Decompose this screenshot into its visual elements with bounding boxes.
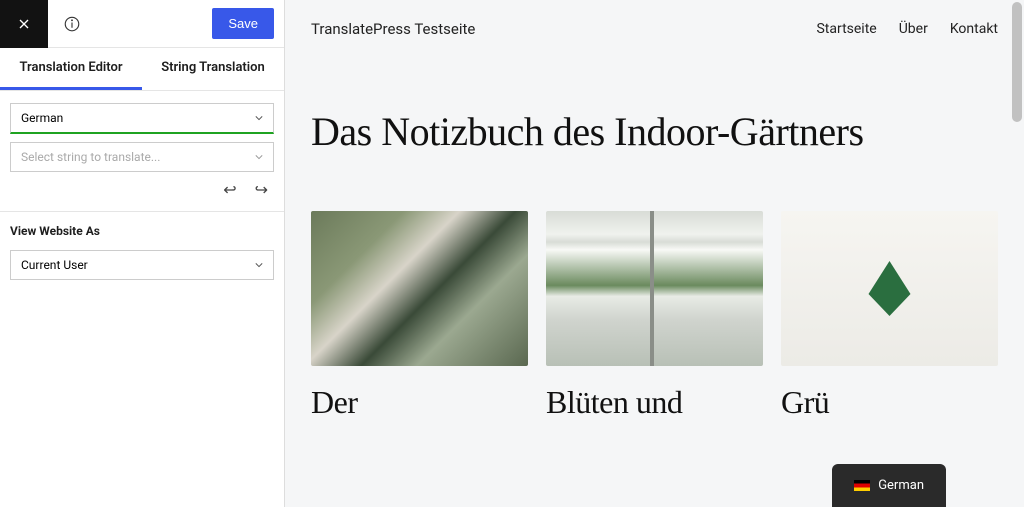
previous-string-button[interactable]: ↩ bbox=[223, 180, 236, 199]
language-select-value: German bbox=[21, 111, 63, 125]
sidebar-topbar: Save bbox=[0, 0, 284, 48]
info-button[interactable] bbox=[48, 0, 96, 48]
card-title[interactable]: Der bbox=[311, 384, 528, 421]
site-content: Das Notizbuch des Indoor-Gärtners Der Bl… bbox=[285, 58, 1024, 441]
translation-sidebar: Save Translation Editor String Translati… bbox=[0, 0, 285, 507]
site-header: TranslatePress Testseite Startseite Über… bbox=[285, 0, 1024, 58]
card: Grü bbox=[781, 211, 998, 421]
next-string-button[interactable]: ↪ bbox=[255, 180, 268, 199]
close-icon bbox=[16, 16, 32, 32]
language-switcher[interactable]: German bbox=[832, 464, 946, 507]
save-button[interactable]: Save bbox=[212, 8, 274, 39]
preview-pane: TranslatePress Testseite Startseite Über… bbox=[285, 0, 1024, 507]
language-select[interactable]: German bbox=[10, 103, 274, 134]
string-select-placeholder: Select string to translate... bbox=[21, 150, 160, 164]
leaf-icon bbox=[860, 261, 920, 316]
card: Der bbox=[311, 211, 528, 421]
tab-string-translation[interactable]: String Translation bbox=[142, 48, 284, 90]
cards-row: Der Blüten und Grü bbox=[311, 211, 998, 421]
nav-link-home[interactable]: Startseite bbox=[816, 21, 876, 37]
view-as-select[interactable]: Current User bbox=[10, 250, 274, 280]
site-nav: Startseite Über Kontakt bbox=[816, 21, 998, 37]
language-switcher-label: German bbox=[878, 478, 924, 493]
view-as-select-value: Current User bbox=[21, 258, 88, 272]
chevron-down-icon bbox=[255, 153, 263, 161]
controls-section: German Select string to translate... ↩ ↪ bbox=[0, 91, 284, 212]
close-button[interactable] bbox=[0, 0, 48, 48]
view-as-label: View Website As bbox=[10, 224, 274, 238]
view-as-section: View Website As Current User bbox=[0, 212, 284, 302]
site-title[interactable]: TranslatePress Testseite bbox=[311, 20, 475, 38]
card: Blüten und bbox=[546, 211, 763, 421]
card-image[interactable] bbox=[781, 211, 998, 366]
info-icon bbox=[63, 15, 81, 33]
tab-translation-editor[interactable]: Translation Editor bbox=[0, 48, 142, 90]
card-title[interactable]: Grü bbox=[781, 384, 998, 421]
nav-arrows: ↩ ↪ bbox=[10, 180, 274, 199]
tabs: Translation Editor String Translation bbox=[0, 48, 284, 91]
card-image[interactable] bbox=[311, 211, 528, 366]
chevron-down-icon bbox=[255, 114, 263, 122]
card-title[interactable]: Blüten und bbox=[546, 384, 763, 421]
german-flag-icon bbox=[854, 480, 870, 491]
page-heading[interactable]: Das Notizbuch des Indoor-Gärtners bbox=[311, 108, 998, 155]
card-image[interactable] bbox=[546, 211, 763, 366]
nav-link-contact[interactable]: Kontakt bbox=[950, 21, 998, 37]
chevron-down-icon bbox=[255, 261, 263, 269]
string-select[interactable]: Select string to translate... bbox=[10, 142, 274, 172]
scrollbar[interactable] bbox=[1012, 2, 1022, 122]
nav-link-about[interactable]: Über bbox=[899, 21, 928, 37]
